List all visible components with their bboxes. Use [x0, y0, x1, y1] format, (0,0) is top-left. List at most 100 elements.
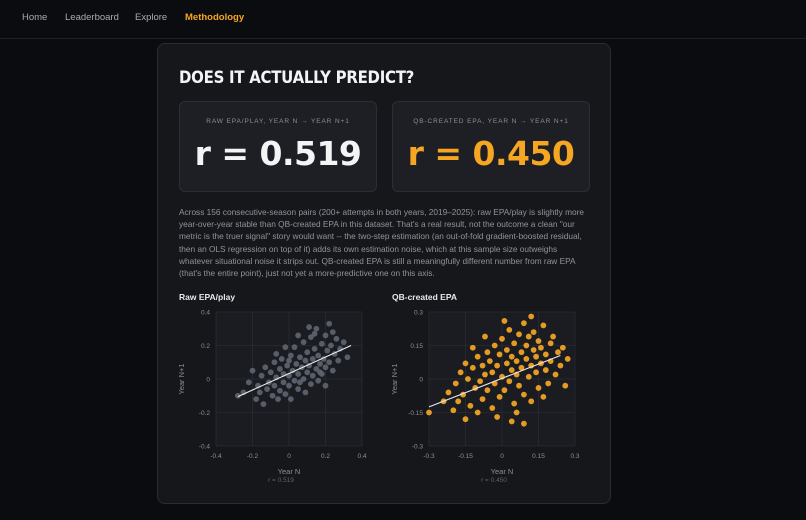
data-point [308, 381, 314, 387]
y-tick-label: 0.15 [410, 343, 423, 350]
data-point [550, 333, 556, 340]
data-point [286, 357, 292, 364]
x-tick-label: -0.2 [247, 453, 259, 460]
data-point [304, 349, 311, 356]
data-point [525, 333, 532, 340]
data-point [291, 344, 298, 351]
data-point [315, 352, 322, 359]
qb-created-chart-title: QB-created EPA [392, 292, 458, 302]
data-point [562, 382, 569, 389]
data-point [326, 359, 333, 366]
data-point [465, 376, 471, 382]
data-point [286, 382, 292, 389]
data-point [313, 325, 320, 332]
data-point [450, 407, 457, 414]
data-point [309, 356, 316, 362]
data-point [499, 335, 505, 342]
data-point [284, 362, 291, 369]
data-point [523, 342, 530, 349]
data-point [335, 357, 342, 364]
data-point [295, 371, 302, 377]
data-point [467, 402, 474, 409]
data-point [513, 409, 520, 416]
y-tick-label: -0.15 [408, 410, 423, 417]
data-point [501, 318, 508, 324]
data-point [555, 349, 561, 356]
data-point [535, 385, 542, 391]
nav-leaderboard-link[interactable]: Leaderboard [65, 12, 119, 23]
data-point [533, 353, 539, 360]
nav-explore-link[interactable]: Explore [135, 12, 167, 23]
x-tick-label: 0.2 [321, 453, 330, 460]
x-tick-label: -0.15 [458, 453, 473, 460]
data-point [317, 361, 323, 367]
data-point [322, 382, 329, 389]
x-tick-label: 0.15 [532, 453, 545, 460]
qb-created-epa-stat-label: QB-CREATED EPA, YEAR N → YEAR N+1 [413, 118, 569, 125]
y-tick-label: 0.4 [201, 310, 210, 317]
data-point [317, 369, 323, 376]
data-point [462, 416, 469, 423]
data-point [344, 354, 351, 361]
data-point [511, 340, 518, 347]
data-point [491, 342, 498, 349]
nav-home-link[interactable]: Home [22, 12, 47, 23]
data-point [309, 372, 316, 379]
x-tick-label: -0.4 [210, 453, 222, 460]
y-axis-label: Year N+1 [177, 363, 186, 394]
data-point [486, 358, 493, 365]
data-point [271, 359, 278, 366]
data-point [489, 369, 496, 376]
data-point [469, 344, 476, 351]
data-point [264, 386, 270, 392]
nav-methodology-link[interactable]: Methodology [185, 12, 244, 23]
data-point [482, 333, 488, 340]
predictive-validity-card: DOES IT ACTUALLY PREDICT? RAW EPA/PLAY, … [157, 43, 611, 504]
data-point [271, 382, 278, 389]
raw-epa-chart-title: Raw EPA/play [179, 292, 236, 302]
data-point [494, 414, 501, 420]
data-point [300, 339, 307, 346]
data-point [311, 345, 318, 352]
y-tick-label: -0.3 [412, 444, 424, 451]
data-point [469, 364, 476, 371]
data-point [542, 367, 549, 373]
data-point [503, 347, 510, 353]
data-point [479, 362, 486, 369]
y-tick-label: 0 [419, 377, 423, 384]
methodology-description: Across 156 consecutive-season pairs (200… [179, 207, 584, 279]
raw-epa-stat-label: RAW EPA/PLAY, YEAR N → YEAR N+1 [206, 118, 350, 125]
data-point [494, 362, 501, 369]
data-point [426, 409, 432, 416]
data-point [523, 356, 530, 362]
qb-created-epa-stat-value: r = 0.450 [407, 134, 575, 173]
data-point [533, 369, 539, 376]
data-point [457, 369, 464, 376]
y-tick-label: 0.3 [414, 310, 423, 317]
data-point [302, 389, 309, 396]
top-nav: Home Leaderboard Explore Methodology [0, 0, 806, 39]
data-point [521, 420, 527, 427]
y-axis-label: Year N+1 [390, 363, 399, 394]
x-tick-label: 0.3 [570, 453, 579, 460]
data-point [269, 392, 276, 399]
data-point [297, 354, 303, 361]
data-point [253, 396, 260, 402]
raw-epa-stat-box: RAW EPA/PLAY, YEAR N → YEAR N+1 r = 0.51… [179, 101, 377, 192]
raw-epa-stat-value: r = 0.519 [194, 134, 362, 173]
data-point [482, 371, 488, 378]
data-point [489, 405, 496, 411]
data-point [538, 344, 544, 351]
data-point [326, 320, 333, 327]
x-tick-label: 0 [287, 453, 291, 460]
data-point [511, 400, 518, 407]
data-point [278, 356, 285, 362]
data-point [513, 358, 520, 365]
data-point [521, 391, 527, 398]
y-tick-label: 0 [206, 377, 210, 384]
data-point [516, 331, 522, 338]
data-point [547, 340, 554, 347]
data-point [318, 340, 325, 347]
data-point [267, 369, 274, 376]
data-point [496, 393, 503, 400]
